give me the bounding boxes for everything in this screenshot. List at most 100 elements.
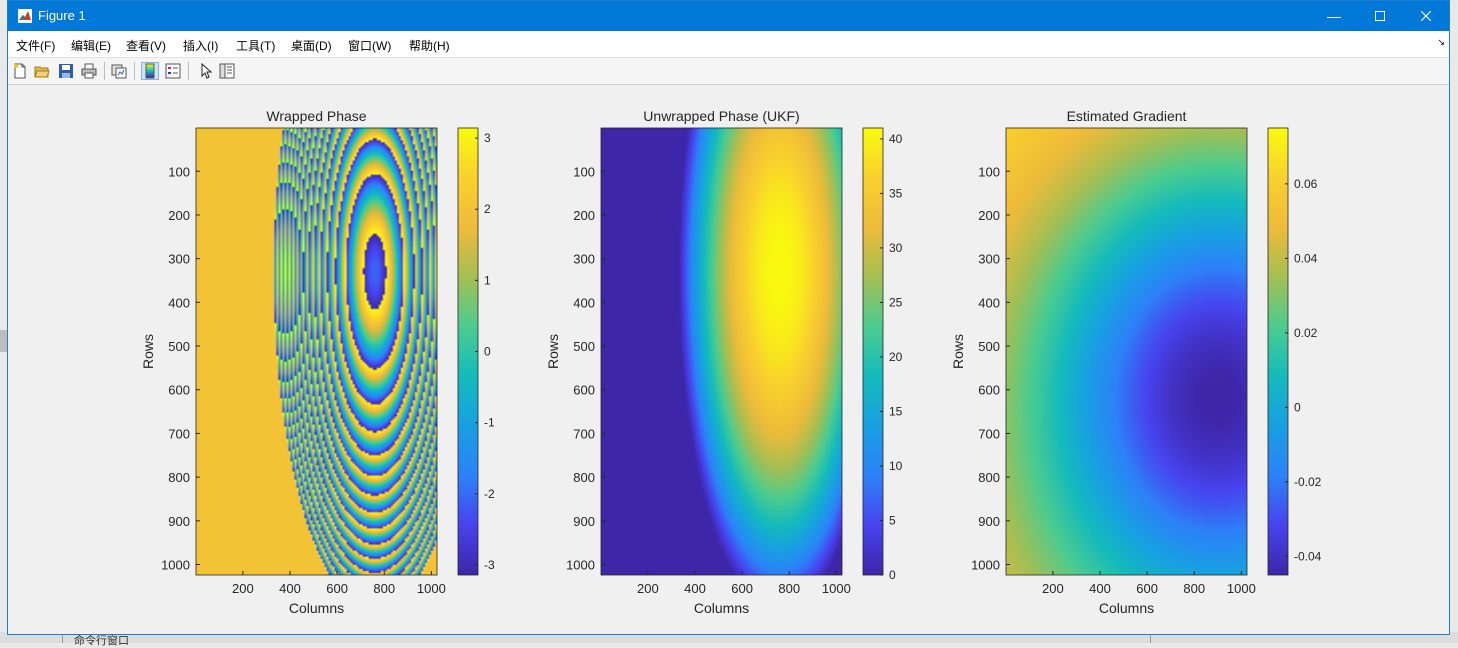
y-tick-label: 100	[168, 164, 190, 179]
x-tick-label: 400	[279, 581, 301, 596]
minimize-button[interactable]: —	[1311, 1, 1357, 31]
x-tick-label: 200	[637, 581, 659, 596]
x-tick-label: 800	[1183, 581, 1205, 596]
save-icon	[59, 64, 73, 78]
axes-title: Estimated Gradient	[1067, 108, 1187, 124]
subplot-2: 200 400 600 800 1000100200300400500600700800…	[545, 108, 903, 616]
colorbar-tick-label: 15	[889, 404, 903, 418]
print-button[interactable]	[80, 62, 98, 80]
colorbar-tick-label: 0.04	[1294, 251, 1318, 265]
y-tick-label: 400	[978, 295, 1000, 310]
y-axis-label: Rows	[545, 334, 561, 369]
x-tick-label: 600	[1136, 581, 1158, 596]
toolbar-separator	[104, 62, 105, 80]
insert-colorbar-button[interactable]	[141, 62, 159, 80]
new-figure-icon	[14, 63, 26, 79]
colorbar-tick-label: 35	[889, 186, 903, 200]
y-axis-label: Rows	[140, 334, 156, 369]
y-tick-label: 200	[978, 208, 1000, 223]
x-tick-label: 800	[778, 581, 800, 596]
colorbar-tick-label: 10	[889, 459, 903, 473]
subplot-1: 200 400 600 800 1000 100 200 300 400 500 600 700 800…	[140, 108, 495, 616]
x-tick-label: 1000	[822, 581, 851, 596]
menu-desktop[interactable]: 桌面(D)	[291, 37, 332, 54]
link-plot-icon	[111, 64, 127, 79]
x-axis-label: Columns	[1099, 600, 1154, 616]
y-tick-label: 900	[978, 514, 1000, 529]
figure-canvas: 200 400 600 800 1000 100 200 300 400 500 600 700 800…	[8, 85, 1449, 634]
save-button[interactable]	[57, 62, 75, 80]
colorbar-tick-label: 0.06	[1294, 177, 1318, 191]
menu-insert[interactable]: 插入(I)	[183, 37, 218, 54]
close-button[interactable]	[1403, 1, 1449, 31]
menu-file[interactable]: 文件(F)	[16, 37, 55, 54]
y-tick-label: 600	[573, 383, 595, 398]
menu-edit[interactable]: 编辑(E)	[71, 37, 111, 54]
insert-legend-button[interactable]	[164, 62, 182, 80]
colorbar-tick-label: -2	[484, 487, 495, 501]
heatmap-image	[601, 128, 842, 575]
y-tick-label: 400	[573, 295, 595, 310]
select-arrow-button[interactable]	[197, 62, 215, 80]
heatmap-image	[1006, 128, 1247, 575]
y-tick-label: 800	[573, 470, 595, 485]
select-arrow-icon	[201, 63, 213, 79]
colorbar-tick-label: 0.02	[1294, 326, 1318, 340]
colorbar-tick-label: 0	[1294, 400, 1301, 414]
title-bar: Figure 1 —	[8, 1, 1449, 31]
x-tick-label: 200	[232, 581, 254, 596]
menu-window[interactable]: 窗口(W)	[348, 37, 391, 54]
y-tick-label: 600	[168, 383, 190, 398]
menu-help[interactable]: 帮助(H)	[409, 37, 450, 54]
colorbar	[1267, 127, 1289, 576]
link-plot-button[interactable]	[110, 62, 128, 80]
y-tick-label: 300	[168, 252, 190, 267]
y-tick-label: 500	[168, 339, 190, 354]
colorbar-tick-label: 25	[889, 295, 903, 309]
y-tick-label: 1000	[971, 558, 1000, 573]
insert-colorbar-icon	[145, 63, 155, 79]
y-tick-label: 200	[168, 208, 190, 223]
matlab-icon	[18, 9, 32, 23]
subplot-3: 200 400 600 800 1000 100 200 300 400 500 600 700 800…	[950, 108, 1322, 616]
colorbar-tick-label: 1	[484, 273, 491, 287]
open-file-button[interactable]	[33, 62, 51, 80]
x-tick-label: 200	[1042, 581, 1064, 596]
colorbar-tick-label: 20	[889, 350, 903, 364]
x-tick-label: 1000	[417, 581, 446, 596]
menu-expand-icon[interactable]: ↘	[1437, 37, 1445, 48]
x-tick-label: 800	[373, 581, 395, 596]
y-tick-label: 500	[978, 339, 1000, 354]
y-tick-label: 1000	[566, 558, 595, 573]
y-axis-label: Rows	[950, 334, 966, 369]
x-axis-label: Columns	[694, 600, 749, 616]
y-tick-label: 800	[168, 470, 190, 485]
colorbar-tick-label: 3	[484, 131, 491, 145]
y-tick-label: 300	[978, 252, 1000, 267]
menu-view[interactable]: 查看(V)	[126, 37, 166, 54]
insert-legend-icon	[165, 63, 181, 79]
x-tick-label: 400	[1089, 581, 1111, 596]
menu-tools[interactable]: 工具(T)	[236, 37, 275, 54]
y-tick-label: 100	[573, 164, 595, 179]
new-figure-button[interactable]	[11, 62, 29, 80]
colorbar-tick-label: 5	[889, 513, 896, 527]
y-tick-label: 400	[168, 295, 190, 310]
y-tick-label: 1000	[161, 558, 190, 573]
toolbar-separator	[134, 62, 135, 80]
close-icon	[1421, 11, 1431, 21]
figure-window: Figure 1 — 文件(F) 编辑(E) 查看(V) 插入(I) 工具(T)…	[7, 0, 1450, 635]
minimize-icon: —	[1327, 8, 1341, 24]
x-tick-label: 600	[731, 581, 753, 596]
property-inspector-button[interactable]	[218, 62, 236, 80]
colorbar-tick-label: 30	[889, 241, 903, 255]
colorbar-tick-label: -0.04	[1294, 549, 1322, 563]
maximize-button[interactable]	[1357, 1, 1403, 31]
colorbar-tick-label: 0	[484, 345, 491, 359]
print-icon	[81, 63, 97, 79]
y-tick-label: 900	[573, 514, 595, 529]
y-tick-label: 500	[573, 339, 595, 354]
colorbar-tick-label: 2	[484, 202, 491, 216]
menu-bar: 文件(F) 编辑(E) 查看(V) 插入(I) 工具(T) 桌面(D) 窗口(W…	[8, 31, 1449, 58]
axes-title: Unwrapped Phase (UKF)	[643, 108, 799, 124]
